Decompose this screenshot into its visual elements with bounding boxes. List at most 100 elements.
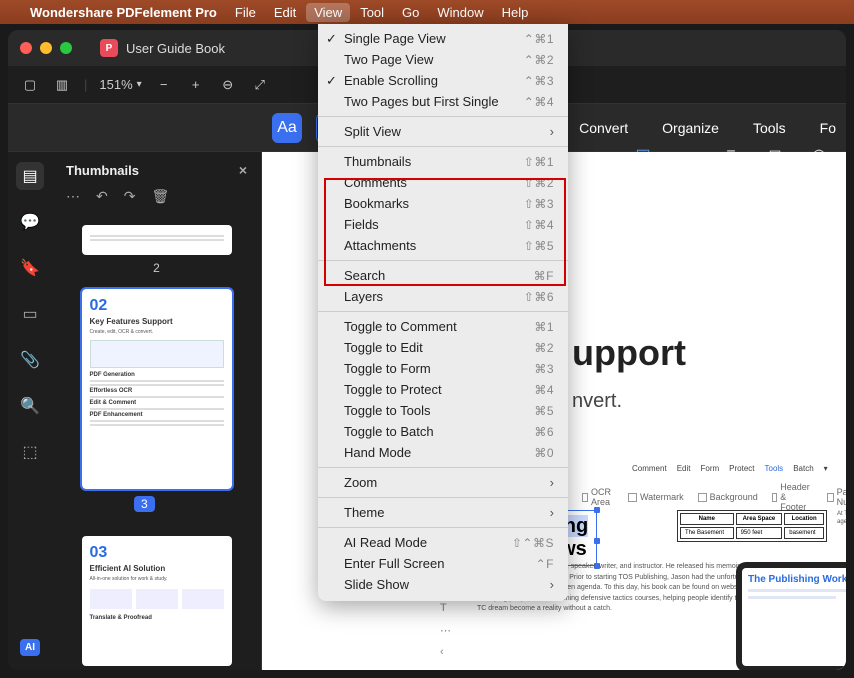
menu-separator (318, 497, 568, 498)
menu-shortcut: ⌃⌘2 (524, 53, 554, 67)
menu-item-zoom[interactable]: Zoom› (318, 472, 568, 493)
menu-item-label: Layers (344, 289, 383, 304)
menu-tool[interactable]: Tool (360, 5, 384, 20)
menu-item-toggle-to-tools[interactable]: Toggle to Tools⌘5 (318, 400, 568, 421)
rail-search-icon[interactable]: 🔍 (16, 392, 44, 420)
menu-shortcut: ⇧⌘2 (524, 176, 554, 190)
rail-bookmarks-icon[interactable]: 🔖 (16, 254, 44, 282)
panel-left-icon[interactable]: ▢ (20, 75, 40, 95)
menu-file[interactable]: File (235, 5, 256, 20)
float-text-icon[interactable]: T (440, 602, 454, 616)
app-name[interactable]: Wondershare PDFelement Pro (30, 5, 217, 20)
rail-thumbnails-icon[interactable]: ▤ (16, 162, 44, 190)
chevron-down-icon[interactable]: ▾ (137, 79, 142, 90)
menu-shortcut: ⌘5 (534, 404, 554, 418)
minimize-window-icon[interactable] (40, 42, 52, 54)
menu-window[interactable]: Window (437, 5, 483, 20)
rail-comments-icon[interactable]: 💬 (16, 208, 44, 236)
menu-shortcut: ⌘3 (534, 362, 554, 376)
menu-item-thumbnails[interactable]: Thumbnails⇧⌘1 (318, 151, 568, 172)
menu-item-label: Fields (344, 217, 379, 232)
text-tool-icon[interactable]: Aa (272, 113, 302, 143)
menu-item-search[interactable]: Search⌘F (318, 265, 568, 286)
menu-item-label: Two Page View (344, 52, 433, 67)
menu-help[interactable]: Help (502, 5, 529, 20)
tab-title: User Guide Book (126, 41, 225, 56)
close-panel-icon[interactable]: × (239, 162, 247, 178)
menu-shortcut: ⌘6 (534, 425, 554, 439)
menu-separator (318, 260, 568, 261)
toolbar-convert-label[interactable]: Convert (569, 120, 638, 136)
side-paragraph: At TC our serv age exc (837, 510, 846, 527)
thumbnail-page-3[interactable]: 02 Key Features Support Create, edit, OC… (82, 289, 232, 489)
close-window-icon[interactable] (20, 42, 32, 54)
menu-item-theme[interactable]: Theme› (318, 502, 568, 523)
menu-item-two-pages-but-first-single[interactable]: Two Pages but First Single ⌃⌘4 (318, 91, 568, 112)
menu-item-single-page-view[interactable]: ✓Single Page View⌃⌘1 (318, 28, 568, 49)
menu-item-toggle-to-edit[interactable]: Toggle to Edit⌘2 (318, 337, 568, 358)
chevron-right-icon: › (550, 577, 554, 592)
menu-item-enter-full-screen[interactable]: Enter Full Screen⌃F (318, 553, 568, 574)
menu-item-bookmarks[interactable]: Bookmarks⇧⌘3 (318, 193, 568, 214)
page-subheading: nvert. (572, 390, 622, 413)
thumbnail-list[interactable]: 2 02 Key Features Support Create, edit, … (52, 215, 261, 670)
menu-separator (318, 311, 568, 312)
zoom-out-icon[interactable]: − (154, 75, 174, 95)
menu-item-toggle-to-form[interactable]: Toggle to Form⌘3 (318, 358, 568, 379)
toolbar-tools-label[interactable]: Tools (743, 120, 796, 136)
rotate-left-icon[interactable]: ↶ (96, 188, 108, 205)
menu-item-label: Toggle to Comment (344, 319, 457, 334)
demo-toolbar-row1: CommentEdit FormProtect Tools Batch▾ (632, 464, 836, 473)
menu-shortcut: ⇧⌘4 (524, 218, 554, 232)
zoom-in-icon[interactable]: + (186, 75, 206, 95)
float-more-icon[interactable]: ⋯ (440, 624, 454, 638)
menu-item-layers[interactable]: Layers⇧⌘6 (318, 286, 568, 307)
chevron-right-icon: › (550, 505, 554, 520)
menu-item-label: Two Pages but First Single (344, 94, 499, 109)
thumbnail-page-number: 2 (62, 261, 251, 275)
toolbar-more[interactable]: Fo (810, 120, 836, 136)
rail-attachments-icon[interactable]: 📎 (16, 346, 44, 374)
more-icon[interactable]: ⋯ (66, 188, 80, 205)
demo-toolbar-row2: OCR Area Watermark Background Header & F… (582, 482, 836, 512)
macos-menubar: Wondershare PDFelement Pro File Edit Vie… (0, 0, 854, 24)
left-rail: ▤ 💬 🔖 ▭ 📎 🔍 ⬚ AI (8, 152, 52, 670)
menu-shortcut: ⌃⌘4 (524, 95, 554, 109)
pdf-doc-icon: P (100, 39, 118, 57)
float-collapse-icon[interactable]: ‹ (440, 646, 454, 660)
menu-item-two-page-view[interactable]: Two Page View ⌃⌘2 (318, 49, 568, 70)
maximize-window-icon[interactable] (60, 42, 72, 54)
rail-layers-icon[interactable]: ⬚ (16, 438, 44, 466)
menu-item-toggle-to-protect[interactable]: Toggle to Protect⌘4 (318, 379, 568, 400)
rail-fields-icon[interactable]: ▭ (16, 300, 44, 328)
menu-shortcut: ⌃⌘3 (524, 74, 554, 88)
menu-separator (318, 146, 568, 147)
ai-badge-icon[interactable]: AI (20, 639, 40, 656)
menu-edit[interactable]: Edit (274, 5, 296, 20)
menu-item-label: Bookmarks (344, 196, 409, 211)
menu-item-attachments[interactable]: Attachments⇧⌘5 (318, 235, 568, 256)
menu-item-hand-mode[interactable]: Hand Mode⌘0 (318, 442, 568, 463)
rotate-right-icon[interactable]: ↷ (124, 188, 136, 205)
menu-item-ai-read-mode[interactable]: AI Read Mode⇧⌃⌘S (318, 532, 568, 553)
zoom-level[interactable]: 151% (99, 77, 132, 92)
menu-item-toggle-to-comment[interactable]: Toggle to Comment⌘1 (318, 316, 568, 337)
delete-icon[interactable]: 🗑 (151, 188, 169, 205)
zoom-reset-icon[interactable]: ⊖ (218, 75, 238, 95)
thumbnail-page-4[interactable]: 03 Efficient AI Solution All-in-one solu… (82, 536, 232, 666)
toolbar-organize-label[interactable]: Organize (652, 120, 729, 136)
menu-item-fields[interactable]: Fields ⇧⌘4 (318, 214, 568, 235)
menu-item-enable-scrolling[interactable]: ✓Enable Scrolling⌃⌘3 (318, 70, 568, 91)
menu-item-comments[interactable]: Comments⇧⌘2 (318, 172, 568, 193)
chevron-right-icon: › (550, 475, 554, 490)
menu-item-toggle-to-batch[interactable]: Toggle to Batch⌘6 (318, 421, 568, 442)
fit-page-icon[interactable]: ⤢ (250, 75, 270, 95)
menu-item-split-view[interactable]: Split View› (318, 121, 568, 142)
menu-shortcut: ⌘F (534, 269, 554, 283)
menu-go[interactable]: Go (402, 5, 419, 20)
panel-split-icon[interactable]: ▥ (52, 75, 72, 95)
menu-view[interactable]: View (306, 3, 350, 22)
menu-item-slide-show[interactable]: Slide Show› (318, 574, 568, 595)
menu-shortcut: ⌘2 (534, 341, 554, 355)
thumbnail-page-2[interactable] (82, 225, 232, 255)
